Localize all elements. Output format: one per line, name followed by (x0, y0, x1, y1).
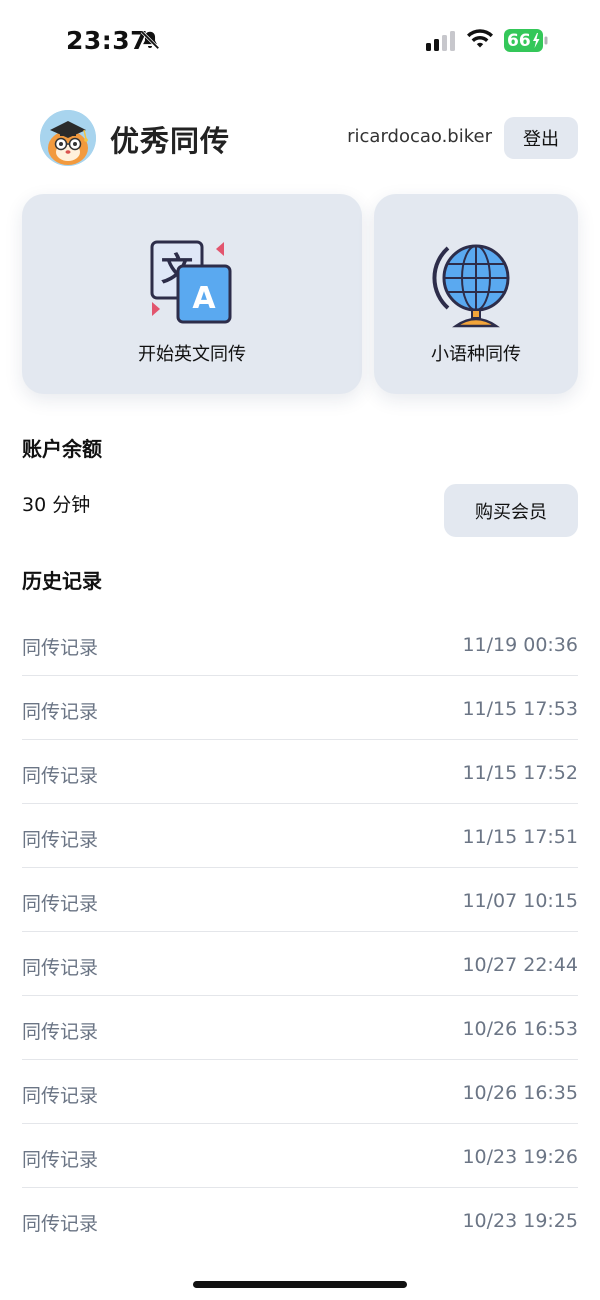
history-row[interactable]: 同传记录 11/19 00:36 (22, 612, 578, 676)
history-row-label: 同传记录 (22, 765, 99, 787)
start-english-interpretation-card[interactable]: 文 A 开始英文同传 (22, 194, 362, 394)
history-row[interactable]: 同传记录 10/26 16:53 (22, 996, 578, 1060)
battery-indicator: 66 (504, 29, 548, 52)
history-row[interactable]: 同传记录 11/15 17:53 (22, 676, 578, 740)
history-row-time: 10/23 19:25 (462, 1210, 578, 1232)
history-row[interactable]: 同传记录 11/15 17:52 (22, 740, 578, 804)
tiger-mascot-icon (40, 110, 96, 166)
bell-off-icon (140, 30, 160, 50)
cellular-signal-icon (426, 31, 455, 51)
wifi-icon (467, 29, 493, 48)
history-row[interactable]: 同传记录 11/07 10:15 (22, 868, 578, 932)
globe-icon (432, 244, 510, 328)
history-row-label: 同传记录 (22, 637, 99, 659)
history-row-time: 11/15 17:53 (462, 698, 578, 720)
battery-percent: 66 (507, 31, 531, 51)
balance-value: 30 分钟 (22, 494, 91, 516)
balance-section-title: 账户余额 (22, 433, 102, 465)
history-row-time: 10/23 19:26 (462, 1146, 578, 1168)
history-row-time: 11/19 00:36 (462, 634, 578, 656)
username-label: ricardocao.biker (347, 126, 492, 147)
history-row[interactable]: 同传记录 10/26 16:35 (22, 1060, 578, 1124)
history-row-label: 同传记录 (22, 1021, 99, 1043)
avatar[interactable] (40, 110, 96, 166)
translate-icon: 文 A (150, 240, 232, 324)
history-row-label: 同传记录 (22, 957, 99, 979)
history-row[interactable]: 同传记录 10/27 22:44 (22, 932, 578, 996)
start-english-label: 开始英文同传 (138, 344, 246, 365)
minor-language-interpretation-card[interactable]: 小语种同传 (374, 194, 578, 394)
history-row-time: 11/15 17:51 (462, 826, 578, 848)
history-row-time: 10/26 16:53 (462, 1018, 578, 1040)
minor-language-label: 小语种同传 (431, 344, 521, 365)
history-row-label: 同传记录 (22, 1213, 99, 1235)
history-row-time: 10/26 16:35 (462, 1082, 578, 1104)
history-section-title: 历史记录 (22, 565, 102, 597)
history-row-label: 同传记录 (22, 893, 99, 915)
app-header: 优秀同传 ricardocao.biker 登出 (22, 108, 578, 168)
history-list: 同传记录 11/19 00:36 同传记录 11/15 17:53 同传记录 1… (22, 612, 578, 1252)
app-title: 优秀同传 (110, 124, 231, 158)
history-row-time: 11/15 17:52 (462, 762, 578, 784)
balance-title-text: 账户余额 (22, 437, 102, 461)
status-bar: 23:37 66 (0, 0, 600, 80)
history-row-label: 同传记录 (22, 701, 99, 723)
history-row-label: 同传记录 (22, 1085, 99, 1107)
svg-text:A: A (192, 281, 216, 316)
history-row-label: 同传记录 (22, 1149, 99, 1171)
home-indicator[interactable] (193, 1281, 407, 1288)
history-title-text: 历史记录 (22, 569, 102, 593)
logout-button[interactable]: 登出 (504, 117, 578, 159)
history-row[interactable]: 同传记录 10/23 19:25 (22, 1188, 578, 1252)
history-row-time: 11/07 10:15 (462, 890, 578, 912)
history-row[interactable]: 同传记录 10/23 19:26 (22, 1124, 578, 1188)
history-row-time: 10/27 22:44 (462, 954, 578, 976)
status-time: 23:37 (66, 26, 149, 55)
history-row[interactable]: 同传记录 11/15 17:51 (22, 804, 578, 868)
buy-membership-button[interactable]: 购买会员 (444, 484, 578, 537)
history-row-label: 同传记录 (22, 829, 99, 851)
